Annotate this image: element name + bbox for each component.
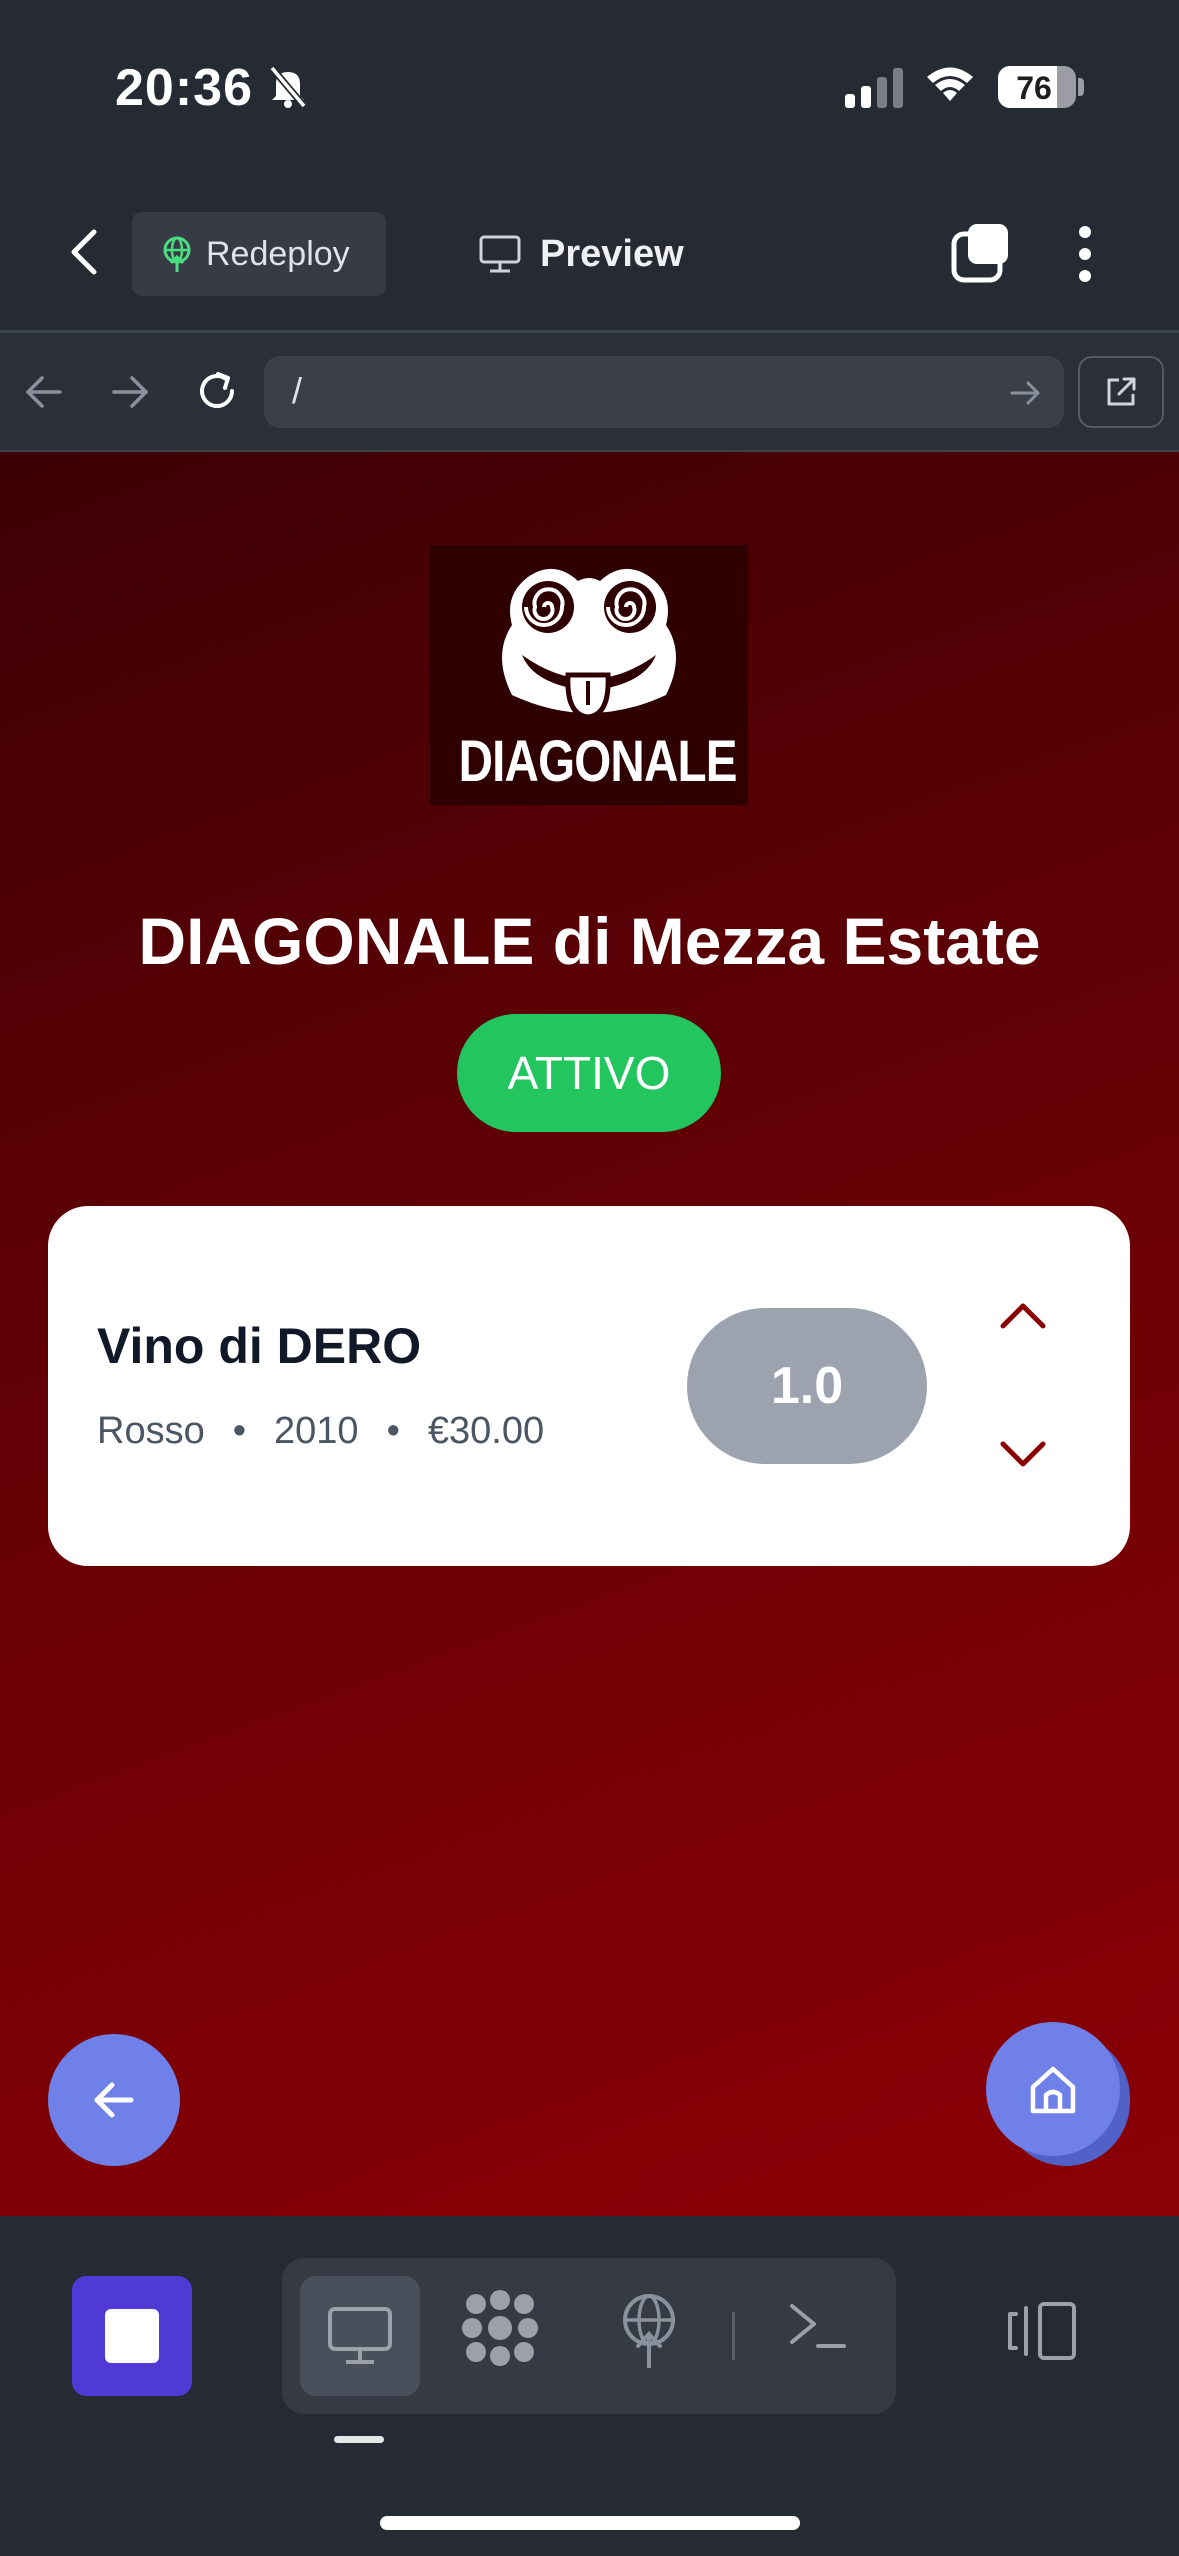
status-badge: ATTIVO [457, 1014, 721, 1132]
back-fab-button[interactable] [48, 2034, 180, 2166]
open-external-button[interactable] [1078, 356, 1164, 428]
deploy-globe-icon [163, 236, 191, 272]
cellular-signal-icon [845, 68, 903, 108]
back-button[interactable] [60, 222, 110, 282]
arrow-left-icon [94, 2082, 134, 2118]
deploy-globe-icon[interactable] [614, 2290, 684, 2370]
separator-dot: • [232, 1410, 247, 1452]
frog-face-icon [502, 568, 676, 720]
monitor-icon [328, 2307, 392, 2364]
home-icon [1030, 2066, 1076, 2114]
stop-button[interactable] [72, 2276, 192, 2396]
battery-percent: 76 [1016, 70, 1052, 106]
wine-card[interactable] [48, 1206, 1130, 1566]
stop-icon [105, 2309, 159, 2363]
home-fab-button[interactable] [986, 2022, 1120, 2156]
chevron-down-icon[interactable] [995, 1432, 1051, 1476]
external-link-icon [1107, 377, 1136, 406]
side-panel-icon[interactable] [1006, 2300, 1080, 2362]
tabs-icon[interactable] [950, 222, 1012, 284]
logo-wordmark: DIAGONALE [458, 729, 738, 794]
page-title: DIAGONALE di Mezza Estate [138, 904, 1041, 978]
bell-slash-icon [269, 65, 307, 108]
chevron-up-icon[interactable] [995, 1292, 1051, 1336]
arrow-left-icon[interactable] [22, 370, 66, 414]
redeploy-label: Redeploy [206, 234, 350, 273]
toolbar-divider [732, 2312, 735, 2360]
status-time: 20:36 [115, 59, 253, 117]
battery-indicator: 76 [998, 66, 1076, 108]
go-arrow-icon[interactable] [1008, 378, 1044, 408]
arrow-right-icon[interactable] [108, 370, 152, 414]
quantity-value[interactable]: 1.0 [687, 1308, 927, 1464]
wine-year: 2010 [274, 1410, 359, 1452]
wine-type: Rosso [97, 1410, 205, 1452]
apps-grid-icon[interactable] [460, 2290, 540, 2366]
terminal-icon[interactable] [786, 2300, 848, 2352]
home-indicator [380, 2516, 800, 2530]
wine-name: Vino di DERO [97, 1318, 422, 1374]
separator-dot: • [386, 1410, 400, 1452]
redeploy-button[interactable]: Redeploy [132, 212, 386, 296]
more-options-icon[interactable] [1072, 224, 1098, 284]
wine-details: Rosso • 2010 • €30.00 [97, 1410, 544, 1453]
battery-tip [1078, 78, 1084, 96]
preview-label: Preview [540, 232, 684, 275]
wifi-icon [927, 67, 973, 101]
url-input[interactable] [264, 356, 1064, 428]
reload-icon[interactable] [192, 366, 242, 416]
wine-price: €30.00 [427, 1410, 545, 1452]
monitor-icon [479, 235, 521, 273]
url-text: / [292, 370, 303, 411]
preview-button[interactable]: Preview [478, 218, 684, 290]
desktop-view-button[interactable] [300, 2276, 420, 2396]
active-tab-indicator [334, 2436, 384, 2443]
